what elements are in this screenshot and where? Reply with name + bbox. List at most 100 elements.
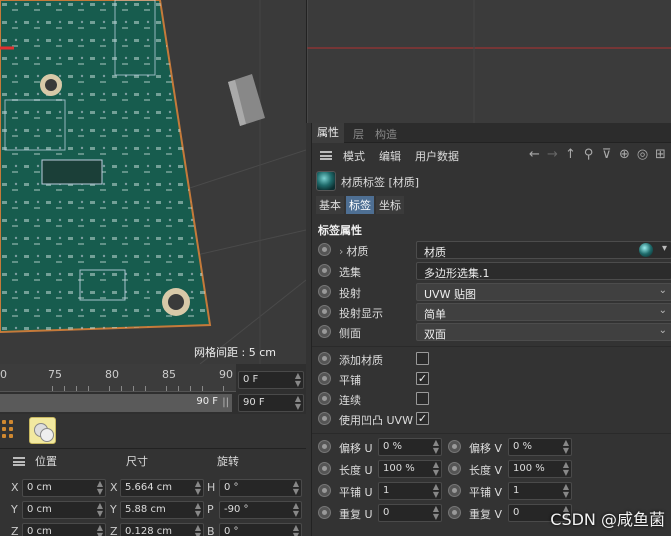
animate-radio-icon[interactable] [318,264,331,277]
animate-radio-icon[interactable] [448,440,461,453]
position-header: 位置 [35,455,57,468]
check-row-seamless: 连续 [312,389,671,409]
end-frame-field[interactable]: 90 F ▲ ▼ [238,394,304,412]
attribute-subtabs: 基本 标签 坐标 [316,196,404,214]
nav-icons: ← → ↑ ⚲ ⊽ ⊕ ◎ ⊞ [527,147,668,163]
axis-label: X [11,481,19,494]
timeline[interactable]: 0 75 80 85 90 0 F ▲ ▼ 90 F || 90 F ▲ ▼ [0,364,306,414]
prop-row-projection: 投射 UVW 贴图 ⌄ [312,282,671,302]
target-icon[interactable]: ◎ [635,147,650,163]
uv-label: 长度 U [339,464,373,477]
animate-radio-icon[interactable] [318,325,331,338]
position-z-field[interactable]: 0 cm ▲ ▼ [22,523,106,536]
repeat-u-field[interactable]: 0 ▲ ▼ [378,504,442,522]
grid-spacing-readout: 网格间距 : 5 cm [194,346,276,359]
size-y-field[interactable]: 5.88 cm ▲ ▼ [120,501,204,519]
menu-icon[interactable] [13,457,25,466]
animate-radio-icon[interactable] [318,506,331,519]
material-link-field[interactable]: 材质 ▾ [416,241,671,259]
tile-checkbox[interactable]: ✓ [416,372,429,385]
tiles-u-field[interactable]: 1 ▲ ▼ [378,482,442,500]
material-icon[interactable] [29,417,56,444]
animate-radio-icon[interactable] [448,484,461,497]
bump-uvw-checkbox[interactable]: ✓ [416,412,429,425]
animate-radio-icon[interactable] [318,412,331,425]
rotation-b-field[interactable]: 0 ° ▲ ▼ [219,523,302,536]
animate-radio-icon[interactable] [448,506,461,519]
lock-icon[interactable]: ⊕ [617,147,632,163]
spinner-icon[interactable]: ▲ ▼ [295,372,301,388]
selection-field[interactable]: 多边形选集.1 [416,262,671,280]
animate-radio-icon[interactable] [318,352,331,365]
tab-layers[interactable]: 层 [353,126,364,142]
back-arrow-icon[interactable]: ← [527,147,542,163]
check-row-add-material: 添加材质 [312,349,671,369]
animate-radio-icon[interactable] [318,440,331,453]
prop-label: 选集 [339,266,361,279]
length-v-field[interactable]: 100 % ▲ ▼ [508,460,572,478]
projection-select[interactable]: UVW 贴图 ⌄ [416,283,671,301]
seamless-checkbox[interactable] [416,392,429,405]
frame-ruler[interactable]: 0 75 80 85 90 [0,364,236,392]
tab-attributes[interactable]: 属性 [312,123,344,143]
menu-mode[interactable]: 模式 [343,148,365,164]
object-title: 材质标签 [材质] [341,176,420,189]
section-title: 标签属性 [318,224,362,237]
size-x-field[interactable]: 5.664 cm ▲ ▼ [120,479,204,497]
up-arrow-icon[interactable]: ↑ [563,147,578,163]
axis-label: P [207,503,214,516]
uv-row-length: 长度 U 100 % ▲ ▼ 长度 V 100 % ▲ ▼ [312,459,671,479]
projection-display-select[interactable]: 简单 ⌄ [416,303,671,321]
animate-radio-icon[interactable] [448,462,461,475]
tab-structure[interactable]: 构造 [375,126,397,142]
subtab-coord[interactable]: 坐标 [376,196,404,214]
material-preview-icon [639,243,653,257]
3d-viewport[interactable]: 网格间距 : 5 cm [0,0,306,364]
animate-radio-icon[interactable] [318,305,331,318]
add-material-checkbox[interactable] [416,352,429,365]
side-select[interactable]: 双面 ⌄ [416,323,671,341]
prop-row-side: 侧面 双面 ⌄ [312,322,671,342]
uv-row-offset: 偏移 U 0 % ▲ ▼ 偏移 V 0 % ▲ ▼ [312,437,671,457]
search-icon[interactable]: ⚲ [581,147,596,163]
axis-label: X [110,481,118,494]
dots-grid-icon[interactable] [0,418,16,442]
tiles-v-field[interactable]: 1 ▲ ▼ [508,482,572,500]
forward-arrow-icon[interactable]: → [545,147,560,163]
secondary-viewport[interactable] [306,0,671,123]
animate-radio-icon[interactable] [318,462,331,475]
size-z-field[interactable]: 0.128 cm ▲ ▼ [120,523,204,536]
position-y-field[interactable]: 0 cm ▲ ▼ [22,501,106,519]
menu-user-data[interactable]: 用户数据 [415,148,459,164]
animate-radio-icon[interactable] [318,372,331,385]
material-tag-icon [316,171,336,191]
add-icon[interactable]: ⊞ [653,147,668,163]
filter-icon[interactable]: ⊽ [599,147,614,163]
length-u-field[interactable]: 100 % ▲ ▼ [378,460,442,478]
subtab-basic[interactable]: 基本 [316,196,344,214]
rotation-header: 旋转 [217,455,239,468]
chevron-down-icon[interactable]: ▾ [662,243,667,254]
menu-edit[interactable]: 编辑 [379,148,401,164]
uv-label: 偏移 V [469,442,503,455]
axis-label: H [207,481,216,494]
offset-v-field[interactable]: 0 % ▲ ▼ [508,438,572,456]
prop-label: 投射 [339,287,361,300]
spinner-icon[interactable]: ▲ ▼ [295,395,301,411]
position-x-field[interactable]: 0 cm ▲ ▼ [22,479,106,497]
offset-u-field[interactable]: 0 % ▲ ▼ [378,438,442,456]
uv-label: 重复 U [339,508,373,521]
animate-radio-icon[interactable] [318,484,331,497]
animate-radio-icon[interactable] [318,285,331,298]
menu-icon[interactable] [320,151,332,160]
subtab-tag[interactable]: 标签 [346,196,374,214]
preview-range-bar[interactable]: 90 F || [0,394,232,412]
rotation-h-field[interactable]: 0 ° ▲ ▼ [219,479,302,497]
watermark: CSDN @咸鱼菌 [550,510,665,529]
coordinates-manager: 位置 尺寸 旋转 X 0 cm ▲ ▼ X 5.664 cm ▲ ▼ H 0 ° ▲ ▼ Y… [0,448,306,536]
range-handle-icon[interactable]: || [222,397,229,408]
animate-radio-icon[interactable] [318,243,331,256]
animate-radio-icon[interactable] [318,392,331,405]
rotation-p-field[interactable]: -90 ° ▲ ▼ [219,501,302,519]
current-frame-field[interactable]: 0 F ▲ ▼ [238,371,304,389]
